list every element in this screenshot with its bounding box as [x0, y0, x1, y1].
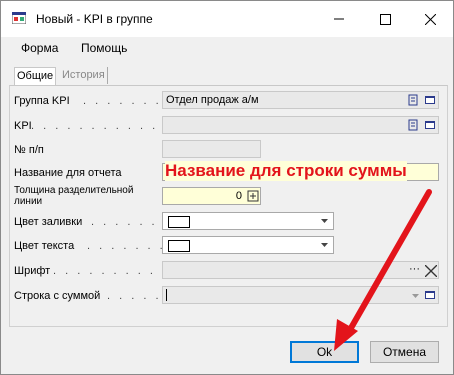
spinner-icon[interactable] — [247, 190, 259, 202]
minimize-icon — [334, 18, 344, 20]
group-kpi-value: Отдел продаж а/м — [166, 94, 259, 106]
chevron-down-icon — [412, 294, 419, 298]
report-name-annotation: Название для строки суммы — [165, 161, 407, 181]
ok-button[interactable]: Ok — [290, 341, 359, 363]
kpi-field[interactable] — [162, 116, 439, 134]
number-label: № п/п — [14, 144, 44, 156]
group-kpi-field[interactable]: Отдел продаж а/м — [162, 91, 439, 109]
close-button[interactable] — [407, 1, 453, 37]
open-form-icon[interactable] — [424, 119, 436, 131]
separator-width-field[interactable]: 0 — [162, 187, 261, 205]
group-kpi-label: Группа KPI — [14, 95, 70, 107]
fill-color-label: Цвет заливки — [14, 216, 83, 228]
text-cursor — [166, 289, 167, 301]
separator-width-label-line2: линии — [14, 196, 43, 207]
chevron-down-icon — [321, 219, 328, 223]
font-label: Шрифт — [14, 265, 51, 277]
app-window-icon — [12, 12, 26, 24]
font-field[interactable]: ··· — [162, 261, 439, 279]
text-color-label: Цвет текста — [14, 240, 75, 252]
minimize-button[interactable] — [316, 1, 362, 37]
separator-width-label-line1: Толщина разделительной — [14, 185, 134, 196]
report-name-label: Название для отчета — [14, 167, 122, 179]
fill-color-select[interactable] — [162, 212, 334, 230]
sum-row-select[interactable] — [162, 286, 439, 304]
text-color-select[interactable] — [162, 236, 334, 254]
ellipsis-icon[interactable]: ··· — [409, 261, 420, 277]
text-color-swatch — [168, 240, 190, 252]
open-form-icon[interactable] — [424, 94, 436, 106]
maximize-button[interactable] — [362, 1, 408, 37]
separator-width-value: 0 — [235, 190, 242, 202]
tab-history[interactable]: История — [60, 67, 108, 84]
tab-general[interactable]: Общие — [14, 67, 57, 85]
window-title: Новый - KPI в группе — [36, 12, 153, 26]
open-form-icon[interactable] — [424, 289, 436, 301]
chevron-down-icon — [321, 243, 328, 247]
kpi-label: KPI — [14, 120, 32, 132]
number-field[interactable] — [162, 140, 261, 158]
lookup-list-icon[interactable] — [407, 94, 419, 106]
menu-form[interactable]: Форма — [21, 41, 58, 55]
clear-icon[interactable] — [425, 265, 437, 277]
menu-help[interactable]: Помощь — [81, 41, 127, 55]
title-bar: Новый - KPI в группе — [1, 1, 453, 37]
sum-row-label: Строка с суммой — [14, 290, 101, 302]
menu-bar: Форма Помощь — [1, 37, 453, 59]
close-icon — [424, 13, 436, 25]
lookup-list-icon[interactable] — [407, 119, 419, 131]
maximize-icon — [379, 13, 391, 25]
cancel-button[interactable]: Отмена — [370, 341, 439, 363]
dialog-window: Новый - KPI в группе Форма Помощь Общие … — [0, 0, 454, 375]
fill-color-swatch — [168, 216, 190, 228]
